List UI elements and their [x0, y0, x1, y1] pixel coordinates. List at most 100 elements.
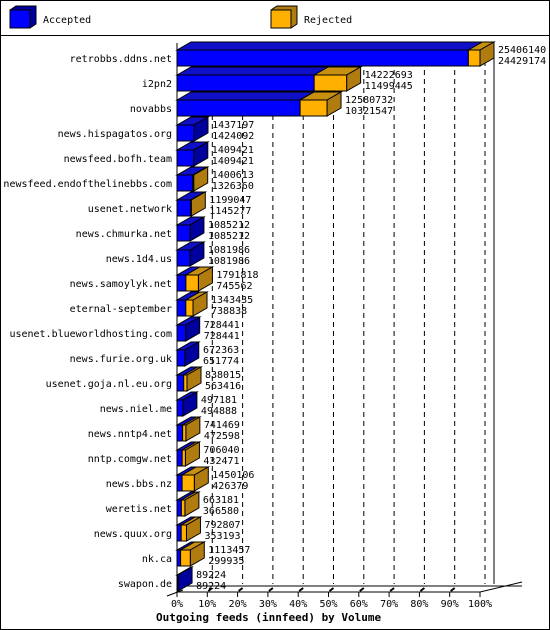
category-label: eternal-september [70, 304, 172, 315]
value-label-offered: 1085212 [208, 220, 250, 231]
value-label-accepted: 563416 [205, 381, 241, 392]
bar-rejected [182, 424, 187, 442]
x-tick-label: 10% [198, 599, 216, 610]
bar-accepted [176, 249, 191, 267]
value-label-accepted: 426379 [212, 481, 248, 492]
value-label-accepted: 432471 [203, 456, 239, 467]
value-label-offered: 741469 [204, 420, 240, 431]
value-label-offered: 838015 [205, 370, 241, 381]
category-label: news.quux.org [94, 529, 172, 540]
bar-accepted [176, 274, 187, 292]
bar-accepted [176, 349, 186, 367]
category-label: news.furie.org.uk [70, 354, 172, 365]
x-tick-labels: 0% 10% 20% 30% 40% 50% 60% 70% 80% 90% 100% [171, 599, 492, 610]
x-tick-depth [268, 587, 274, 592]
bar-group [175, 566, 194, 592]
x-tick-label: 0% [171, 599, 183, 610]
bar-rejected [181, 449, 186, 467]
value-label-offered: 1791818 [216, 270, 258, 281]
value-label-offered: 1409421 [212, 145, 254, 156]
value-label-accepted: 11499445 [365, 81, 413, 92]
bar-group [175, 91, 343, 117]
value-label-offered: 25406140 [498, 45, 546, 56]
category-label: usenet.network [88, 204, 172, 215]
bar-rejected [190, 199, 192, 217]
bar-rejected [185, 274, 199, 292]
value-label-offered: 12580732 [345, 95, 393, 106]
x-tick-depth [419, 587, 425, 592]
bar-accepted [176, 299, 187, 317]
legend-accepted-label: Accepted [43, 15, 91, 26]
category-label: nntp.comgw.net [88, 454, 172, 465]
x-tick-label: 60% [350, 599, 368, 610]
floor-left-line [166, 589, 184, 597]
value-label-accepted: 1409421 [212, 156, 254, 167]
value-label-accepted: 1085212 [208, 231, 250, 242]
value-label-accepted: 738838 [211, 306, 247, 317]
bar-group [175, 216, 206, 242]
x-tick-label: 40% [289, 599, 307, 610]
value-label-offered: 1081986 [208, 245, 250, 256]
bar-accepted [176, 524, 182, 542]
value-label-accepted: 353193 [204, 531, 240, 542]
value-label-accepted: 89224 [196, 581, 226, 592]
bar-group [175, 541, 207, 567]
value-label-accepted: 366580 [203, 506, 239, 517]
value-label-accepted: 651774 [203, 356, 239, 367]
value-label-accepted: 494888 [201, 406, 237, 417]
category-label: news.nntp4.net [88, 429, 172, 440]
value-label-offered: 1199047 [209, 195, 251, 206]
bar-rejected [467, 49, 481, 67]
x-tick-depth [238, 587, 244, 592]
bar-group [175, 141, 210, 167]
x-tick-label: 30% [259, 599, 277, 610]
bar-accepted [176, 474, 183, 492]
value-label-offered: 14222693 [365, 70, 413, 81]
bar-accepted [176, 399, 184, 417]
bar-group [175, 191, 208, 217]
bar-group [175, 391, 199, 417]
x-tick-label: 80% [410, 599, 428, 610]
bar-rejected [313, 74, 348, 92]
value-label-offered: 1113457 [208, 545, 250, 556]
bar-group [175, 516, 203, 542]
value-label-accepted: 24429174 [498, 56, 546, 67]
bar-rejected [181, 474, 195, 492]
bar-rejected [180, 549, 191, 567]
category-label: newsfeed.bofh.team [64, 154, 172, 165]
bar-group [175, 116, 210, 142]
bar-accepted [176, 149, 195, 167]
x-tick-depth [359, 587, 365, 592]
category-label: weretis.net [106, 504, 172, 515]
value-label-offered: 1450106 [212, 470, 254, 481]
chart-title: Outgoing feeds (innfeed) by Volume [156, 611, 382, 624]
bar-group [175, 266, 215, 292]
category-label: news.chmurka.net [76, 229, 172, 240]
category-labels: retrobbs.ddns.net i2pn2 novabbs news.hispag… [3, 54, 172, 590]
bar-group [175, 466, 211, 492]
category-label: news.1d4.us [106, 254, 172, 265]
legend-accepted-swatch [9, 5, 37, 29]
bar-accepted [176, 574, 179, 592]
category-label: news.samoylyk.net [70, 279, 172, 290]
value-label-accepted: 1424092 [212, 131, 254, 142]
bar-group [175, 341, 201, 367]
bar-accepted [176, 499, 182, 517]
category-label: i2pn2 [142, 79, 172, 90]
bar-accepted-top [175, 91, 316, 101]
value-label-accepted: 728441 [204, 331, 240, 342]
bar-group [175, 291, 209, 317]
x-tick-depth [298, 587, 304, 592]
x-tick-depth [450, 587, 456, 592]
value-label-offered: 1343435 [211, 295, 253, 306]
x-tick-label: 100% [468, 599, 492, 610]
bar-accepted-top [175, 41, 485, 51]
bar-group [175, 441, 202, 467]
bar-group [175, 491, 201, 517]
bar-rejected [183, 374, 188, 392]
value-label-accepted: 745562 [216, 281, 252, 292]
bar-rejected [180, 499, 186, 517]
bar-group [175, 41, 496, 67]
floor-right-line [479, 581, 523, 593]
bar-chart: Accepted Rejected retrobbs.ddns.net i2pn2… [3, 5, 546, 624]
